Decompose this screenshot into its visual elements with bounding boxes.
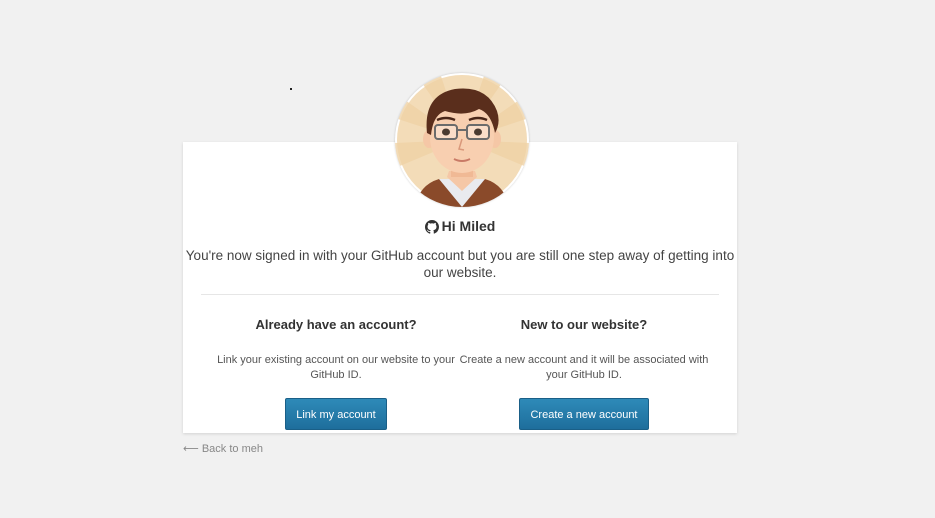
page: Hi Miled You're now signed in with your … [0, 0, 935, 518]
avatar [395, 73, 529, 207]
new-account-section: New to our website? Create a new account… [454, 315, 714, 430]
greeting: Hi Miled [0, 217, 920, 235]
github-icon [424, 220, 439, 234]
new-account-description: Create a new account and it will be asso… [459, 354, 709, 381]
new-account-heading: New to our website? [520, 317, 648, 332]
greeting-text: Hi Miled [441, 218, 496, 234]
stray-dot [290, 88, 292, 90]
existing-account-section: Already have an account? Link your exist… [206, 315, 466, 430]
create-account-button[interactable]: Create a new account [519, 398, 649, 430]
divider [201, 294, 719, 295]
existing-account-description: Link your existing account on our websit… [217, 354, 455, 381]
back-link[interactable]: ⟵ Back to meh [183, 442, 263, 456]
link-account-button[interactable]: Link my account [285, 398, 387, 430]
signin-message: You're now signed in with your GitHub ac… [185, 248, 735, 280]
existing-account-heading: Already have an account? [255, 317, 417, 332]
avatar-illustration [395, 73, 529, 207]
